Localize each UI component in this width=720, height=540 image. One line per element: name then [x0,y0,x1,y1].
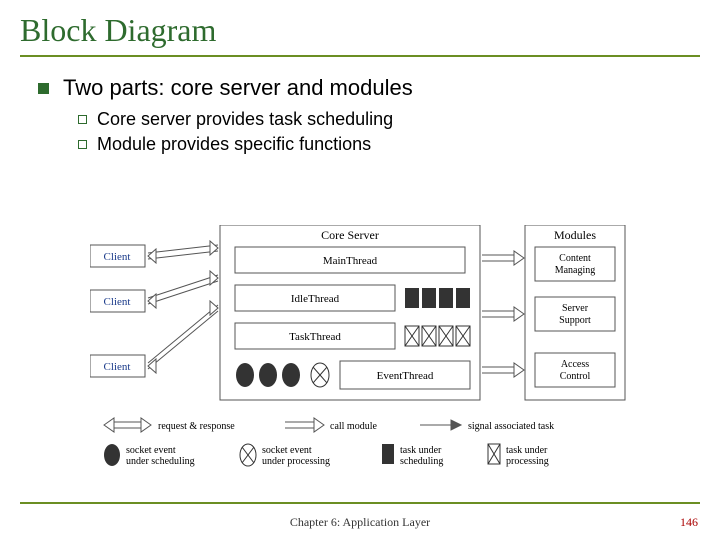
legend-text: socket eventunder scheduling [126,445,195,467]
legend-reqresp: request & response [104,418,235,432]
callmodule-arrow-icon [482,307,524,321]
bullet-hollow-square-icon [78,140,87,149]
footer-text: Chapter 6: Application Layer [0,515,720,530]
client-box: Client [90,290,145,312]
bottom-rule [20,502,700,504]
modules-label: Modules [554,228,596,242]
bullet-text: Core server provides task scheduling [97,109,393,130]
module-label: ContentManaging [555,253,596,276]
socket-sched-icon [236,363,300,387]
client-label: Client [104,251,131,263]
legend-text: call module [330,421,377,432]
socket-proc-icon [311,363,329,387]
title-area: Block Diagram [20,12,700,57]
block-diagram: Client Client Client Core Server [90,225,630,485]
bullet-text: Module provides specific functions [97,134,371,155]
callmodule-arrow-icon [482,251,524,265]
module-label: AccessControl [560,359,591,382]
core-server-label: Core Server [321,228,379,242]
legend-socket-sched: socket eventunder scheduling [104,444,195,467]
legend-signal: signal associated task [420,420,554,432]
legend-text: socket eventunder processing [262,445,330,467]
module-label: ServerSupport [559,303,591,326]
client-box: Client [90,355,145,377]
callmodule-arrow-icon [482,363,524,377]
mainthread-label: MainThread [323,255,378,267]
page-number: 146 [680,515,698,530]
reqresp-arrow-icon [148,241,218,263]
legend-text: request & response [158,421,235,432]
idlethread-label: IdleThread [291,293,340,305]
slide-title: Block Diagram [20,12,216,48]
legend-callmodule: call module [285,418,377,432]
legend-task-proc: task underprocessing [488,444,549,467]
bullet-text: Two parts: core server and modules [63,75,413,101]
bullet-hollow-square-icon [78,115,87,124]
bullet-level2: Core server provides task scheduling [78,109,700,130]
client-label: Client [104,361,131,373]
legend-text: task underprocessing [506,445,549,467]
legend-socket-proc: socket eventunder processing [240,444,330,467]
client-label: Client [104,296,131,308]
bullet-level1: Two parts: core server and modules [38,75,700,101]
legend-text: signal associated task [468,421,554,432]
eventthread-label: EventThread [377,370,434,382]
reqresp-arrow-icon [148,271,218,308]
client-box: Client [90,245,145,267]
bullet-level2: Module provides specific functions [78,134,700,155]
bullet-square-icon [38,83,49,94]
legend-text: task underscheduling [400,445,443,467]
taskthread-label: TaskThread [289,331,341,343]
legend-task-sched: task underscheduling [382,444,443,467]
reqresp-arrow-icon [148,301,218,373]
slide: Block Diagram Two parts: core server and… [0,0,720,540]
